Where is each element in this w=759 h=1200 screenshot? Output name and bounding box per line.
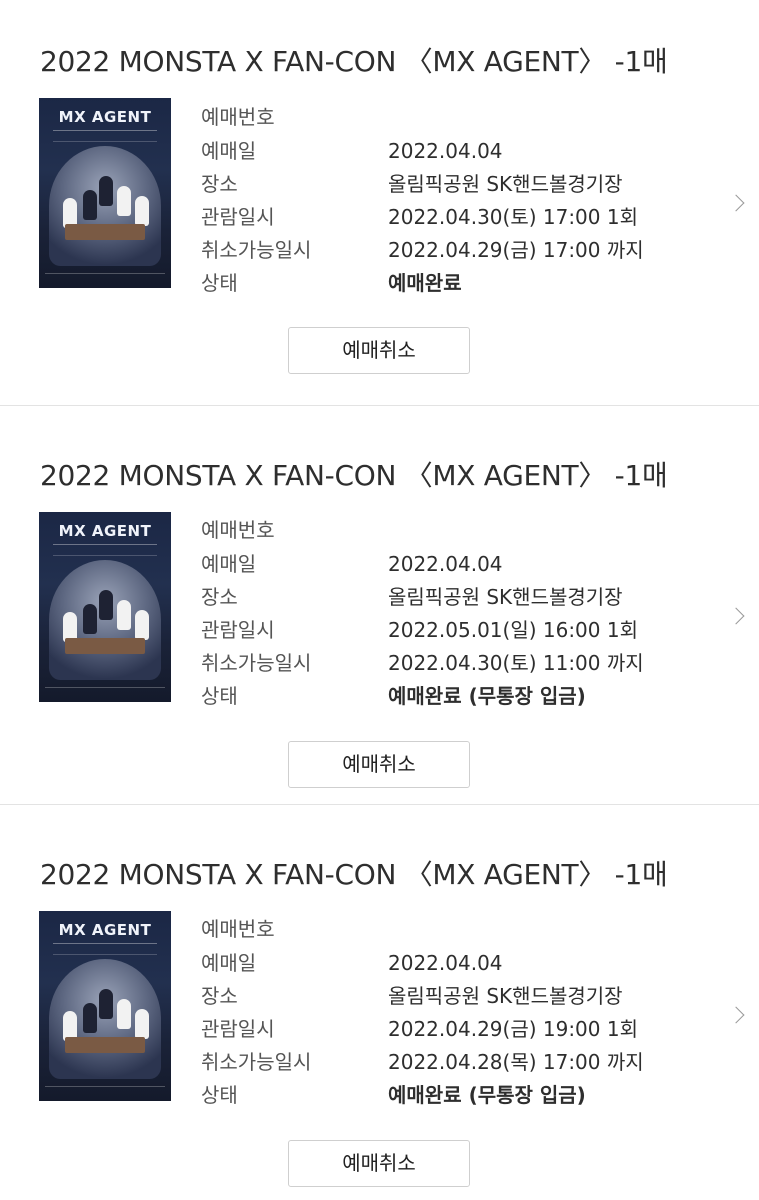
poster-logo: MX AGENT <box>58 108 152 126</box>
booking-date-label: 예매일 <box>201 951 257 975</box>
booking-number-label: 예매번호 <box>201 518 275 542</box>
venue-value: 올림픽공원 SK핸드볼경기장 <box>388 585 623 609</box>
venue-label: 장소 <box>201 984 238 1008</box>
status-label: 상태 <box>201 684 238 708</box>
chevron-right-icon[interactable] <box>727 194 745 212</box>
event-poster: MX AGENT <box>39 512 171 702</box>
booking-date-label: 예매일 <box>201 552 257 576</box>
booking-date-value: 2022.04.04 <box>388 951 503 975</box>
status-label: 상태 <box>201 271 238 295</box>
event-poster: MX AGENT <box>39 911 171 1101</box>
booking-title: 2022 MONSTA X FAN-CON 〈MX AGENT〉 -1매 <box>40 45 668 78</box>
cancel-deadline-label: 취소가능일시 <box>201 651 312 675</box>
booking-date-label: 예매일 <box>201 139 257 163</box>
status-value: 예매완료 (무통장 입금) <box>388 1083 586 1107</box>
status-value: 예매완료 (무통장 입금) <box>388 684 586 708</box>
chevron-right-icon[interactable] <box>727 607 745 625</box>
cancel-booking-button[interactable]: 예매취소 <box>288 1140 470 1187</box>
booking-number-label: 예매번호 <box>201 105 275 129</box>
cancel-deadline-label: 취소가능일시 <box>201 1050 312 1074</box>
cancel-deadline-label: 취소가능일시 <box>201 238 312 262</box>
cancel-deadline-value: 2022.04.29(금) 17:00 까지 <box>388 238 644 262</box>
status-value: 예매완료 <box>388 271 462 295</box>
venue-value: 올림픽공원 SK핸드볼경기장 <box>388 984 623 1008</box>
cancel-booking-button[interactable]: 예매취소 <box>288 741 470 788</box>
show-time-value: 2022.04.29(금) 19:00 1회 <box>388 1017 638 1041</box>
booking-card[interactable]: 2022 MONSTA X FAN-CON 〈MX AGENT〉 -1매 MX … <box>0 0 759 405</box>
event-poster: MX AGENT <box>39 98 171 288</box>
show-time-value: 2022.05.01(일) 16:00 1회 <box>388 618 638 642</box>
cancel-deadline-value: 2022.04.30(토) 11:00 까지 <box>388 651 644 675</box>
booking-card[interactable]: 2022 MONSTA X FAN-CON 〈MX AGENT〉 -1매 MX … <box>0 405 759 804</box>
show-time-label: 관람일시 <box>201 205 275 229</box>
status-label: 상태 <box>201 1083 238 1107</box>
show-time-value: 2022.04.30(토) 17:00 1회 <box>388 205 638 229</box>
venue-label: 장소 <box>201 172 238 196</box>
booking-card[interactable]: 2022 MONSTA X FAN-CON 〈MX AGENT〉 -1매 MX … <box>0 804 759 1200</box>
booking-title: 2022 MONSTA X FAN-CON 〈MX AGENT〉 -1매 <box>40 858 668 891</box>
cancel-deadline-value: 2022.04.28(목) 17:00 까지 <box>388 1050 644 1074</box>
booking-date-value: 2022.04.04 <box>388 139 503 163</box>
poster-logo: MX AGENT <box>58 921 152 939</box>
cancel-booking-button[interactable]: 예매취소 <box>288 327 470 374</box>
poster-logo: MX AGENT <box>58 522 152 540</box>
show-time-label: 관람일시 <box>201 1017 275 1041</box>
venue-label: 장소 <box>201 585 238 609</box>
booking-number-label: 예매번호 <box>201 917 275 941</box>
booking-date-value: 2022.04.04 <box>388 552 503 576</box>
venue-value: 올림픽공원 SK핸드볼경기장 <box>388 172 623 196</box>
chevron-right-icon[interactable] <box>727 1006 745 1024</box>
show-time-label: 관람일시 <box>201 618 275 642</box>
booking-title: 2022 MONSTA X FAN-CON 〈MX AGENT〉 -1매 <box>40 459 668 492</box>
